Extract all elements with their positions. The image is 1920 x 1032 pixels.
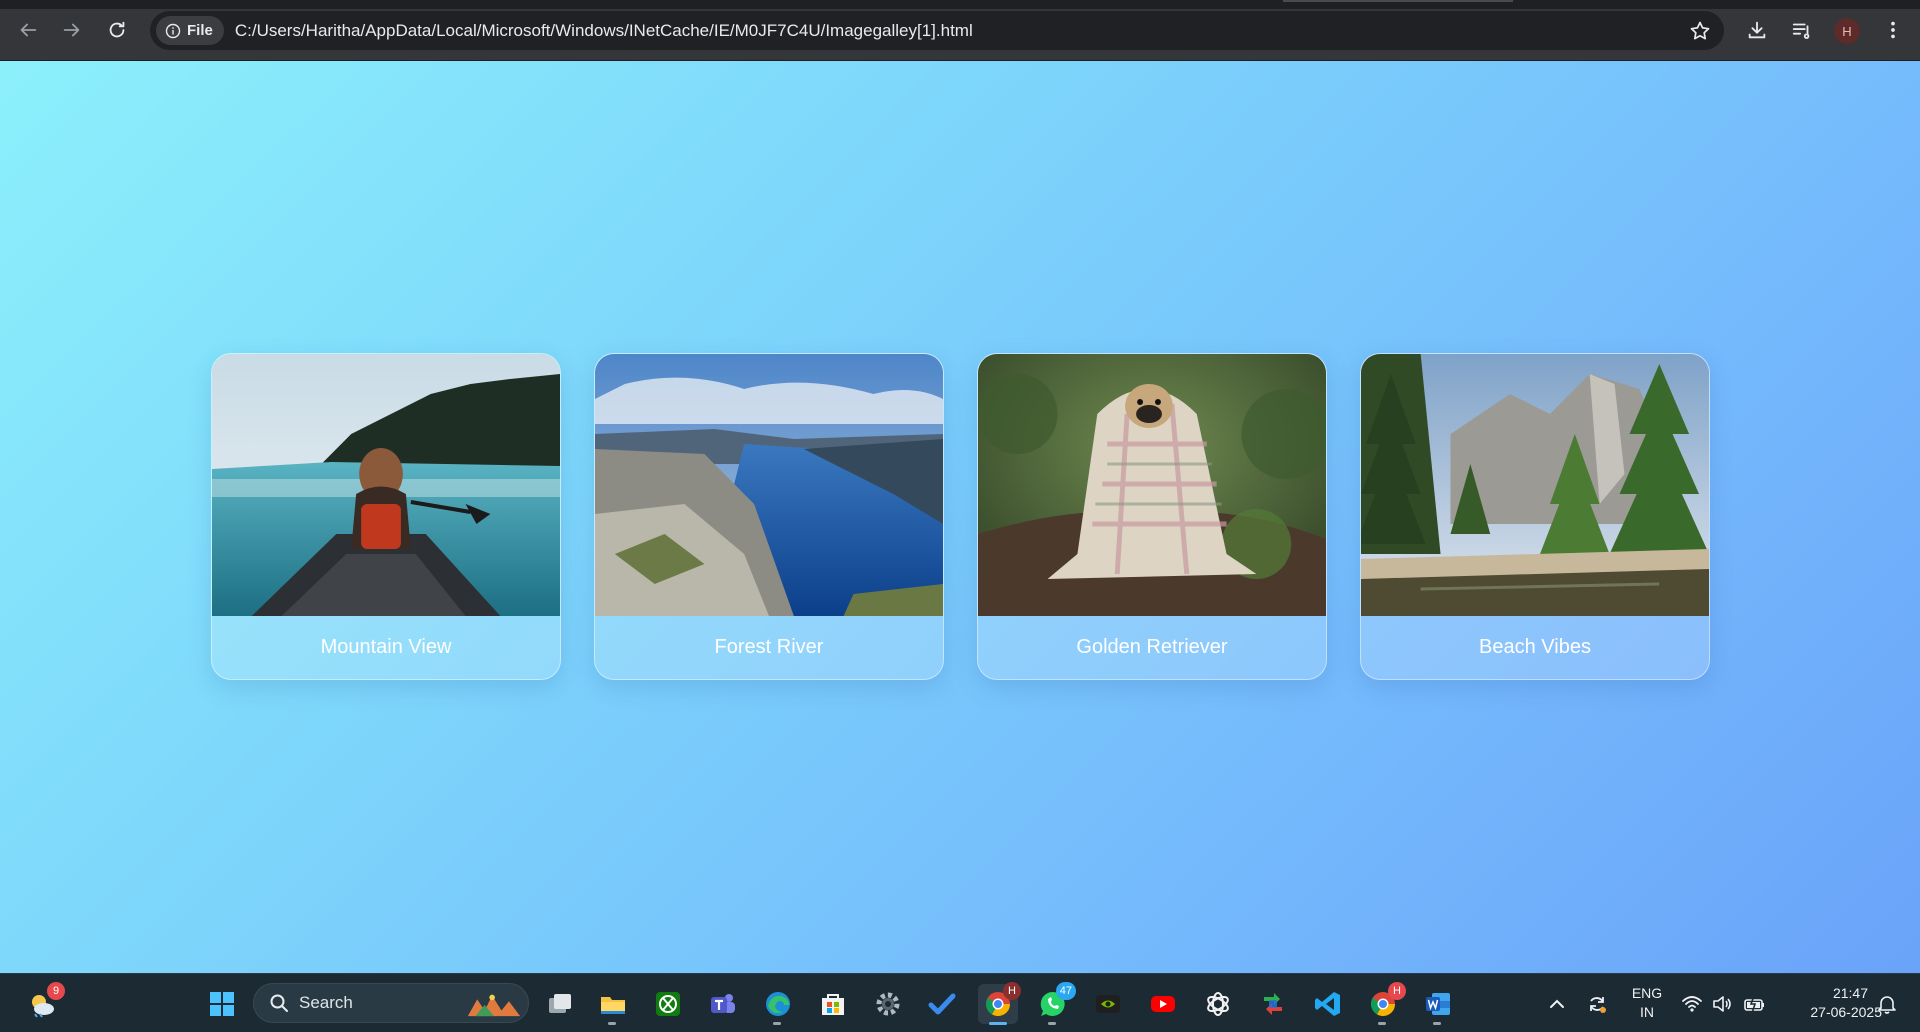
folder-icon xyxy=(601,997,625,1014)
vscode-button[interactable] xyxy=(1308,984,1348,1024)
reading-list-button[interactable] xyxy=(1788,16,1816,44)
chrome-profile-badge: H xyxy=(1388,982,1406,1000)
back-button[interactable] xyxy=(13,15,43,45)
tab-strip xyxy=(0,0,1920,9)
image-gallery: Mountain View Forest River Golden Retrie… xyxy=(211,353,1710,680)
windows-taskbar: 9 Search H 47 H ENG IN 21:47 27-06-2025 xyxy=(0,973,1920,1032)
todo-button[interactable] xyxy=(922,984,962,1024)
running-indicator xyxy=(989,1022,1007,1025)
gallery-card[interactable]: Beach Vibes xyxy=(1360,353,1710,680)
search-label: Search xyxy=(299,993,353,1012)
card-caption: Forest River xyxy=(714,636,824,658)
golden-retriever-photo xyxy=(978,354,1326,616)
arrow-left-icon xyxy=(20,23,37,37)
weather-widget[interactable]: 9 xyxy=(22,982,65,1024)
start-button[interactable] xyxy=(202,984,242,1024)
checkmark-icon xyxy=(928,993,956,1015)
task-view-icon xyxy=(549,994,571,1013)
taskbar-search[interactable]: Search xyxy=(253,983,529,1023)
forest-river-photo xyxy=(595,354,943,616)
xbox-button[interactable] xyxy=(648,984,688,1024)
beach-vibes-photo xyxy=(1361,354,1709,616)
xbox-icon xyxy=(656,992,680,1016)
battery-charging-icon[interactable] xyxy=(1743,993,1765,1015)
chrome-profile-button[interactable]: H xyxy=(1363,982,1406,1025)
running-indicator xyxy=(1378,1022,1386,1025)
card-caption: Beach Vibes xyxy=(1479,636,1591,658)
sync-app-icon xyxy=(1264,993,1282,1015)
chip-label: File xyxy=(187,22,213,39)
downloads-button[interactable] xyxy=(1743,16,1771,44)
volume-icon[interactable] xyxy=(1711,993,1733,1015)
browser-menu-button[interactable] xyxy=(1879,16,1907,44)
forward-button[interactable] xyxy=(57,15,87,45)
page-content: Mountain View Forest River Golden Retrie… xyxy=(0,61,1920,973)
word-icon xyxy=(1426,993,1450,1015)
running-indicator xyxy=(1433,1022,1441,1025)
gallery-card[interactable]: Golden Retriever xyxy=(977,353,1327,680)
info-icon xyxy=(165,23,181,38)
vscode-icon xyxy=(1315,992,1340,1016)
language-label: ENG xyxy=(1631,985,1663,1001)
teams-button[interactable] xyxy=(703,984,743,1024)
url-text[interactable]: C:/Users/Haritha/AppData/Local/Microsoft… xyxy=(235,21,973,41)
address-bar[interactable]: File C:/Users/Haritha/AppData/Local/Micr… xyxy=(150,11,1724,50)
nvidia-icon xyxy=(1096,995,1120,1013)
more-vertical-icon xyxy=(1891,21,1895,39)
region-label: IN xyxy=(1640,1004,1654,1020)
arrow-right-icon xyxy=(63,23,80,37)
chrome-button[interactable]: H xyxy=(978,982,1021,1025)
youtube-button[interactable] xyxy=(1143,984,1183,1024)
profile-avatar[interactable]: H xyxy=(1834,18,1860,44)
site-info-chip[interactable]: File xyxy=(156,16,224,45)
weather-badge: 9 xyxy=(47,982,65,1000)
edge-button[interactable] xyxy=(758,984,798,1025)
mountain-view-photo xyxy=(212,354,560,616)
browser-toolbar: File C:/Users/Haritha/AppData/Local/Micr… xyxy=(0,0,1920,61)
gallery-card[interactable]: Forest River xyxy=(594,353,944,680)
search-icon xyxy=(270,994,288,1012)
store-icon xyxy=(822,994,844,1015)
wifi-icon[interactable] xyxy=(1681,993,1703,1015)
whatsapp-button[interactable]: 47 xyxy=(1033,982,1076,1025)
nvidia-button[interactable] xyxy=(1088,984,1128,1024)
card-caption: Mountain View xyxy=(320,636,452,658)
bookmark-star-icon[interactable] xyxy=(1688,19,1712,43)
chevron-up-icon[interactable] xyxy=(1546,993,1568,1015)
date-label: 27-06-2025 xyxy=(1810,1004,1882,1020)
chatgpt-icon xyxy=(1207,992,1229,1016)
time-label: 21:47 xyxy=(1832,985,1868,1001)
task-view-button[interactable] xyxy=(540,984,580,1024)
chrome-profile-badge: H xyxy=(1003,982,1021,1000)
edge-icon xyxy=(766,992,790,1016)
reload-button[interactable] xyxy=(102,15,132,45)
teams-icon xyxy=(711,994,735,1013)
download-icon xyxy=(1748,21,1766,39)
youtube-icon xyxy=(1151,996,1175,1012)
gallery-card[interactable]: Mountain View xyxy=(211,353,561,680)
clock[interactable]: 21:47 27-06-2025 xyxy=(1782,984,1882,1022)
gear-icon xyxy=(876,992,900,1016)
settings-button[interactable] xyxy=(868,984,908,1024)
whatsapp-badge: 47 xyxy=(1055,982,1076,1000)
running-indicator xyxy=(1048,1022,1056,1025)
running-indicator xyxy=(773,1022,781,1025)
store-button[interactable] xyxy=(813,984,853,1024)
reload-icon xyxy=(109,21,125,38)
input-language[interactable]: ENG IN xyxy=(1625,984,1669,1022)
running-indicator xyxy=(608,1022,616,1025)
notification-bell-icon[interactable] xyxy=(1876,993,1898,1015)
file-explorer-button[interactable] xyxy=(593,984,633,1025)
word-button[interactable] xyxy=(1418,984,1458,1025)
chatgpt-button[interactable] xyxy=(1198,984,1238,1024)
media-queue-icon xyxy=(1792,23,1810,39)
windows-logo-icon xyxy=(210,992,234,1016)
search-highlight-icon xyxy=(467,994,521,1017)
card-caption: Golden Retriever xyxy=(1076,636,1228,658)
sync-icon[interactable] xyxy=(1586,993,1608,1015)
sync-app-button[interactable] xyxy=(1253,984,1293,1024)
